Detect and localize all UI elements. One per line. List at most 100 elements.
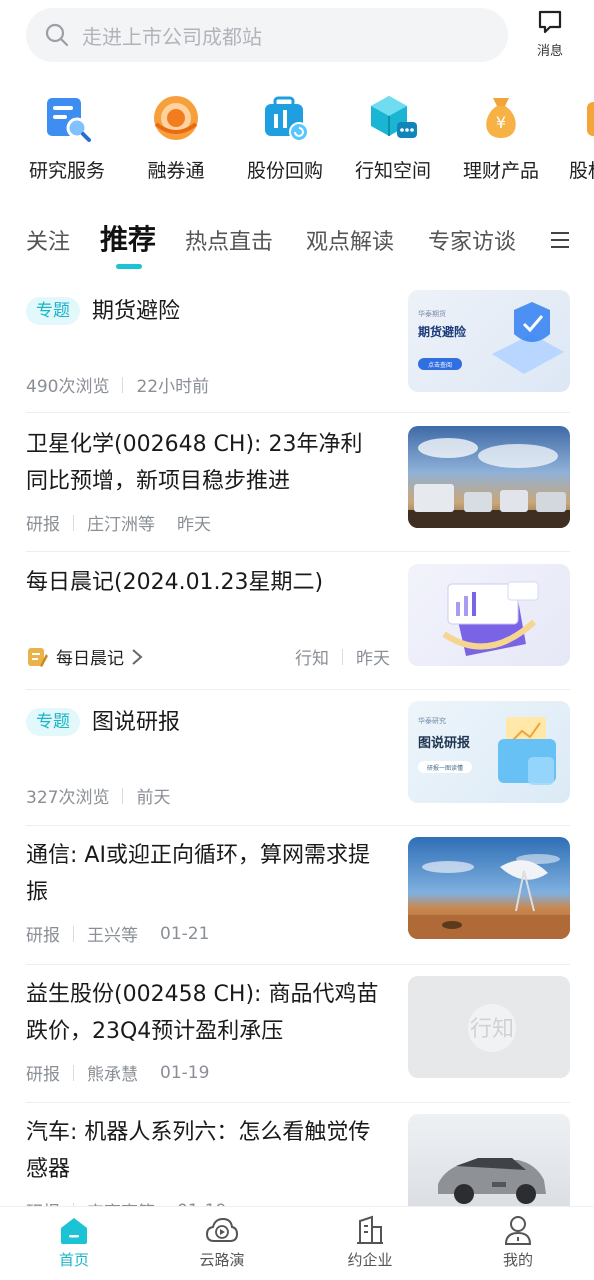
shortcut-equity[interactable]: 股权 bbox=[555, 86, 594, 183]
time-ago: 前天 bbox=[136, 788, 171, 808]
shortcut-share-buyback[interactable]: 股份回购 bbox=[230, 86, 340, 183]
publish-date: 01-19 bbox=[160, 1062, 210, 1083]
author: 王兴等 bbox=[87, 926, 138, 946]
shortcut-wealth-products[interactable]: ¥ 理财产品 bbox=[446, 86, 556, 183]
banner-button: 点击查阅 bbox=[428, 361, 452, 369]
shortcut-securities-lending[interactable]: 融券通 bbox=[121, 86, 231, 183]
tab-viewpoints[interactable]: 观点解读 bbox=[306, 224, 394, 256]
divider bbox=[26, 412, 570, 413]
publish-date: 01-21 bbox=[160, 923, 210, 944]
content-type: 研报 bbox=[26, 1198, 60, 1206]
author: 庄汀洲等 bbox=[87, 515, 155, 535]
active-tab-indicator bbox=[116, 264, 142, 269]
divider bbox=[26, 1102, 570, 1103]
feed-thumbnail bbox=[408, 564, 570, 666]
author: 熊承慧 bbox=[87, 1065, 138, 1085]
tab-follow[interactable]: 关注 bbox=[26, 224, 70, 256]
nav-home[interactable]: 首页 bbox=[0, 1215, 148, 1270]
search-bar[interactable]: 走进上市公司成都站 bbox=[26, 8, 508, 62]
feed-item-meta: 327次浏览 前天 bbox=[26, 783, 170, 808]
research-doc-icon bbox=[47, 98, 91, 142]
banner-headline: 图说研报 bbox=[418, 735, 471, 751]
feed-item-title-row: 专题 期货避险 bbox=[26, 292, 384, 330]
feed-item[interactable]: 每日晨记(2024.01.23星期二) 每日晨记 行知 昨天 bbox=[26, 564, 570, 669]
feed-item-title: 期货避险 bbox=[92, 298, 181, 324]
message-button[interactable]: 消息 bbox=[528, 6, 572, 66]
feed-item-title-row: 专题 图说研报 bbox=[26, 703, 384, 741]
content-type: 研报 bbox=[26, 1065, 60, 1085]
nav-label: 首页 bbox=[58, 1251, 89, 1269]
feed-item-meta: 490次浏览 22小时前 bbox=[26, 372, 209, 397]
tab-hot-topics[interactable]: 热点直击 bbox=[185, 224, 273, 256]
user-icon bbox=[504, 1216, 532, 1245]
publish-date: 昨天 bbox=[177, 515, 211, 535]
feed-item-title: 每日晨记(2024.01.23星期二) bbox=[26, 570, 324, 595]
content-type: 研报 bbox=[26, 515, 60, 535]
feed-item-meta: 研报 熊承慧 01-19 bbox=[26, 1060, 210, 1086]
divider bbox=[26, 551, 570, 552]
feed-list: 专题 期货避险 490次浏览 22小时前 华泰期货 期货避险 点击查阅 卫星化学(0… bbox=[0, 280, 594, 1206]
shortcut-label: 研究服务 bbox=[28, 160, 105, 182]
topic-tag: 专题 bbox=[26, 708, 80, 736]
feed-item[interactable]: 益生股份(002458 CH): 商品代鸡苗跌价，23Q4预计盈利承压 研报 熊承… bbox=[26, 976, 570, 1085]
money-bag-icon: ¥ bbox=[486, 98, 516, 138]
feed-item-title: 图说研报 bbox=[92, 709, 181, 735]
source: 行知 bbox=[295, 649, 329, 669]
content-type: 研报 bbox=[26, 926, 60, 946]
feed-thumbnail bbox=[408, 837, 570, 939]
svg-text:¥: ¥ bbox=[496, 113, 506, 132]
banner-brand: 华泰期货 bbox=[418, 309, 446, 318]
securities-lending-icon bbox=[154, 96, 198, 140]
feed-item-meta: 每日晨记 行知 昨天 bbox=[26, 644, 390, 669]
category-tabs: 关注 推荐 热点直击 观点解读 专家访谈 bbox=[0, 206, 594, 278]
feed-item[interactable]: 汽车: 机器人系列六：怎么看触觉传感器 研报宋亭亭等01-19 bbox=[26, 1114, 570, 1206]
nav-cloud-roadshow[interactable]: 云路演 bbox=[148, 1215, 296, 1270]
nav-label: 约企业 bbox=[347, 1251, 393, 1269]
feed-item-title: 汽车: 机器人系列六：怎么看触觉传感器 bbox=[26, 1120, 371, 1182]
share-buyback-icon bbox=[265, 96, 309, 142]
feed-item[interactable]: 通信: AI或迎正向循环，算网需求提振 研报 王兴等 01-21 bbox=[26, 837, 570, 946]
feed-item-title: 卫星化学(002648 CH): 23年净利同比预增，新项目稳步推进 bbox=[26, 432, 363, 494]
column-link[interactable]: 每日晨记 bbox=[56, 644, 124, 669]
feed-item[interactable]: 专题 期货避险 490次浏览 22小时前 华泰期货 期货避险 点击查阅 bbox=[26, 290, 570, 397]
feed-thumbnail: 华泰研究 图说研报 研报一图读懂 bbox=[408, 701, 570, 803]
feed-item-meta: 研报 王兴等 01-21 bbox=[26, 921, 210, 947]
shortcut-research-service[interactable]: 研究服务 bbox=[12, 86, 122, 183]
feed-item[interactable]: 专题 图说研报 327次浏览 前天 华泰研究 图说研报 研报一图读懂 bbox=[26, 701, 570, 808]
divider bbox=[26, 825, 570, 826]
feed-item-title: 益生股份(002458 CH): 商品代鸡苗跌价，23Q4预计盈利承压 bbox=[26, 982, 379, 1044]
cube-chat-icon bbox=[371, 96, 417, 138]
divider bbox=[26, 964, 570, 965]
shortcut-xingzhi-space[interactable]: 行知空间 bbox=[338, 86, 448, 183]
bottom-navigation: 首页 云路演 约企业 我的 bbox=[0, 1206, 594, 1280]
tab-expert-interviews[interactable]: 专家访谈 bbox=[428, 224, 516, 256]
nav-profile[interactable]: 我的 bbox=[444, 1215, 592, 1270]
tab-recommend[interactable]: 推荐 bbox=[100, 218, 156, 258]
shortcut-label: 股权 bbox=[569, 160, 594, 182]
shortcut-label: 理财产品 bbox=[462, 160, 539, 182]
feed-thumbnail bbox=[408, 1114, 570, 1206]
chevron-right-icon bbox=[132, 648, 143, 665]
nav-label: 云路演 bbox=[199, 1251, 245, 1269]
view-count: 490次浏览 bbox=[26, 377, 110, 397]
feed-item[interactable]: 卫星化学(002648 CH): 23年净利同比预增，新项目稳步推进 研报 庄汀洲… bbox=[26, 426, 570, 535]
publish-date: 昨天 bbox=[356, 649, 390, 669]
building-icon bbox=[357, 1215, 383, 1244]
menu-icon[interactable] bbox=[550, 230, 570, 250]
divider bbox=[26, 689, 570, 690]
feed-item-title: 通信: AI或迎正向循环，算网需求提振 bbox=[26, 843, 370, 905]
topic-tag: 专题 bbox=[26, 297, 80, 325]
feed-item-meta: 研报 庄汀洲等 昨天 bbox=[26, 510, 211, 535]
shortcut-label: 融券通 bbox=[147, 160, 205, 182]
nav-label: 我的 bbox=[502, 1251, 533, 1269]
search-placeholder: 走进上市公司成都站 bbox=[82, 24, 262, 49]
nav-meet-company[interactable]: 约企业 bbox=[296, 1215, 444, 1270]
banner-button: 研报一图读懂 bbox=[427, 764, 463, 772]
banner-brand: 华泰研究 bbox=[418, 716, 446, 725]
banner-headline: 期货避险 bbox=[418, 324, 467, 339]
feed-item-meta: 研报宋亭亭等01-19 bbox=[26, 1198, 226, 1206]
column-note-icon bbox=[28, 647, 48, 667]
shortcut-label: 行知空间 bbox=[354, 160, 431, 182]
search-icon bbox=[45, 23, 69, 47]
equity-icon bbox=[587, 102, 594, 136]
